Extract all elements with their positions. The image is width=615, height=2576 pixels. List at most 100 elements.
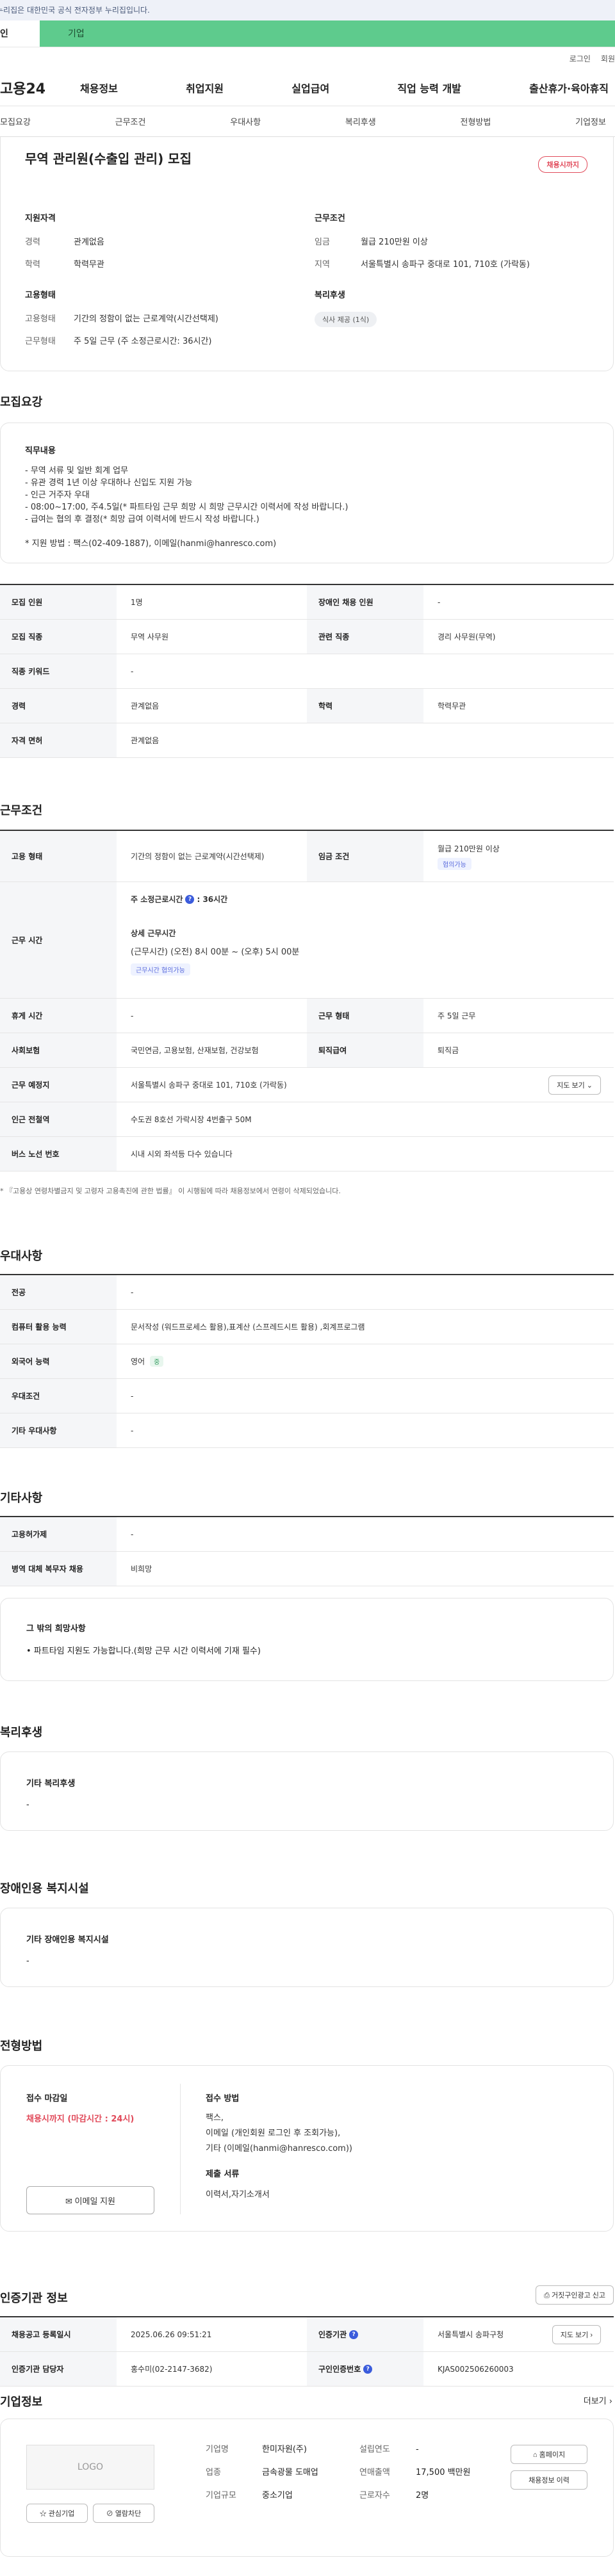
nav-jobs[interactable]: 채용정보: [80, 80, 118, 95]
favorite-company-button[interactable]: ☆ 관심기업: [26, 2504, 88, 2523]
block-company-button[interactable]: ⊘ 열람차단: [93, 2504, 154, 2523]
company-info-col1: 기업명 한미자원(주) 업종 금속광물 도매업 기업규모 중소기업: [206, 2443, 318, 2502]
duty-line: - 급여는 협의 후 결정(* 희망 급여 이력서에 반드시 작성 바랍니다.): [25, 515, 259, 524]
lang-level-chip: 중: [150, 1356, 164, 1367]
row-key: 자격 면허: [0, 723, 117, 757]
duty-title: 직무내용: [25, 446, 56, 456]
nav-job-training[interactable]: 직업 능력 개발: [397, 80, 461, 95]
duty-card: 직무내용 - 무역 서류 및 일반 회계 업무 - 유관 경력 1년 이상 우대하…: [0, 423, 614, 563]
welfare-section-title: 복리후생: [0, 1726, 43, 1739]
welfare-pill: 식사 제공 (1식): [315, 312, 377, 327]
info-value: 17,500 백만원: [416, 2468, 471, 2477]
help-icon[interactable]: ?: [185, 894, 195, 904]
company-more-link[interactable]: 더보기 ›: [584, 2394, 612, 2406]
row-value: 수도권 8호선 가락시장 4번출구 50M: [131, 1115, 252, 1124]
help-icon[interactable]: ?: [363, 2364, 373, 2374]
wage-value: 월급 210만원 이상: [438, 844, 500, 853]
subnav-welfare[interactable]: 복리후생: [345, 115, 376, 127]
etc-table: 고용허가제 - 병역 대체 복무자 채용 비희망: [0, 1516, 614, 1586]
agency-table: 채용공고 등록일시 2025.06.26 09:51:21 인증기관? 서울특별시 송…: [0, 2316, 614, 2387]
section-nav: 모집요강 근무조건 우대사항 복리후생 전형방법 기업정보: [0, 106, 615, 137]
pref-title: 우대사항: [0, 1250, 43, 1263]
emp-key: 근무형태: [25, 337, 56, 346]
row-key: 채용공고 등록일시: [0, 2317, 117, 2351]
weekly-hours-value: : 36시간: [197, 895, 228, 904]
map-view-button[interactable]: 지도 보기 ⌄: [548, 1075, 601, 1095]
row-key: 근무 시간: [0, 882, 117, 998]
row-key: 컴퓨터 활용 능력: [0, 1310, 117, 1344]
qual-value: 관계없음: [74, 237, 104, 247]
work-title: 근무조건: [0, 804, 43, 817]
row-value: 관계없음: [131, 736, 160, 745]
site-logo[interactable]: 고용24: [0, 77, 80, 98]
row-key: 우대조건: [0, 1379, 117, 1413]
row-key: 인증기관: [318, 2330, 347, 2339]
qual-value: 학력무관: [74, 260, 104, 270]
lang-value: 영어: [131, 1357, 145, 1366]
tab-company[interactable]: 기업: [40, 20, 615, 47]
duty-lines: - 무역 서류 및 일반 회계 업무 - 유관 경력 1년 이상 우대하나 신입도…: [25, 465, 589, 550]
tab-individual[interactable]: 인: [0, 20, 40, 47]
info-value: 한미자원(주): [262, 2445, 307, 2454]
employment-group: 고용형태 고용형태 기간의 정함이 없는 근로계약(시간선택제) 근무형태 주 5일…: [25, 288, 300, 357]
info-key: 기업명: [206, 2445, 229, 2454]
job-summary-card: 무역 관리원(수출입 관리) 모집 채용시까지 지원자격 경력 관계없음 학력 학력…: [0, 137, 614, 371]
subnav-work[interactable]: 근무조건: [115, 115, 146, 127]
hours-negotiable-chip: 근무시간 협의가능: [131, 963, 190, 976]
row-key: 학력: [307, 689, 423, 723]
nav-employment-support[interactable]: 취업지원: [186, 80, 224, 95]
duty-line: [25, 526, 589, 538]
block-icon: ⊘: [106, 2510, 113, 2518]
row-value: -: [131, 1287, 134, 1297]
subnav-pref[interactable]: 우대사항: [230, 115, 261, 127]
qual-key: 학력: [25, 260, 40, 270]
report-fake-ad-button[interactable]: ⎙ 거짓구인광고 신고: [536, 2285, 614, 2305]
info-value: 2명: [416, 2491, 429, 2500]
subnav-recruit[interactable]: 모집요강: [0, 115, 31, 127]
email-apply-button[interactable]: ✉ 이메일 지원: [26, 2186, 154, 2214]
cond-value: 월급 210만원 이상: [361, 237, 428, 247]
subnav-company[interactable]: 기업정보: [575, 115, 606, 127]
duty-line: * 지원 방법 : 팩스(02-409-1887), 이메일(hanmi@han…: [25, 539, 277, 549]
info-key: 설립연도: [359, 2445, 390, 2454]
info-key: 연매출액: [359, 2468, 390, 2477]
row-key: 휴게 시간: [0, 999, 117, 1033]
homepage-button[interactable]: ⌂ 홈페이지: [511, 2445, 587, 2464]
job-title: 무역 관리원(수출입 관리) 모집: [25, 151, 192, 166]
row-value: -: [131, 1011, 134, 1020]
company-info-col2: 설립연도 - 연매출액 17,500 백만원 근로자수 2명: [359, 2443, 471, 2502]
nav-maternity-leave[interactable]: 출산휴가·육아휴직: [529, 80, 609, 95]
row-value: -: [131, 1391, 134, 1401]
cond-key: 임금: [315, 237, 330, 247]
login-link[interactable]: 로그인: [570, 53, 591, 64]
process-title: 전형방법: [0, 2040, 43, 2053]
row-value: 국민연금, 고용보험, 산재보험, 건강보험: [131, 1046, 259, 1055]
help-icon[interactable]: ?: [349, 2330, 359, 2339]
signup-link[interactable]: 회원: [601, 53, 615, 64]
detail-hours-title: 상세 근무시간: [131, 929, 176, 938]
row-key: 버스 노선 번호: [0, 1137, 117, 1171]
row-value: -: [131, 1426, 134, 1435]
welfare-box-text: -: [26, 1800, 29, 1810]
utility-menu: 로그인 회원: [0, 47, 615, 69]
nav-unemployment-benefit[interactable]: 실업급여: [291, 80, 329, 95]
row-value: 기간의 정함이 없는 근로계약(시간선택제): [131, 852, 265, 861]
deadline-title: 접수 마감일: [26, 2094, 68, 2104]
agency-map-button[interactable]: 지도 보기 ›: [552, 2324, 601, 2344]
company-logo-placeholder: LOGO: [26, 2445, 154, 2490]
emp-title: 고용형태: [25, 291, 56, 300]
job-history-button[interactable]: 채용정보 이력: [511, 2470, 587, 2490]
subnav-process[interactable]: 전형방법: [461, 115, 491, 127]
row-value: 학력무관: [438, 702, 466, 711]
other-wish-card: 그 밖의 희망사항 • 파트타임 지원도 가능합니다.(희망 근무 시간 이력서…: [0, 1598, 614, 1681]
chevron-down-icon: ⌄: [586, 1081, 593, 1090]
detail-hours-text: (근무시간) (오전) 8시 00분 ~ (오후) 5시 00분: [131, 947, 300, 957]
method-lines: 팩스, 이메일 (개인회원 로그인 후 조회가능), 기타 (이메일(hanmi…: [206, 2111, 352, 2157]
cond-key: 지역: [315, 260, 330, 270]
row-key: 기타 우대사항: [0, 1413, 117, 1447]
report-icon: ⎙: [544, 2292, 550, 2299]
row-value: 비희망: [131, 1565, 152, 1574]
method-line: 이메일 (개인회원 로그인 후 조회가능),: [206, 2129, 341, 2138]
cond-title: 근무조건: [315, 214, 345, 223]
row-value: 무역 사무원: [131, 632, 169, 641]
